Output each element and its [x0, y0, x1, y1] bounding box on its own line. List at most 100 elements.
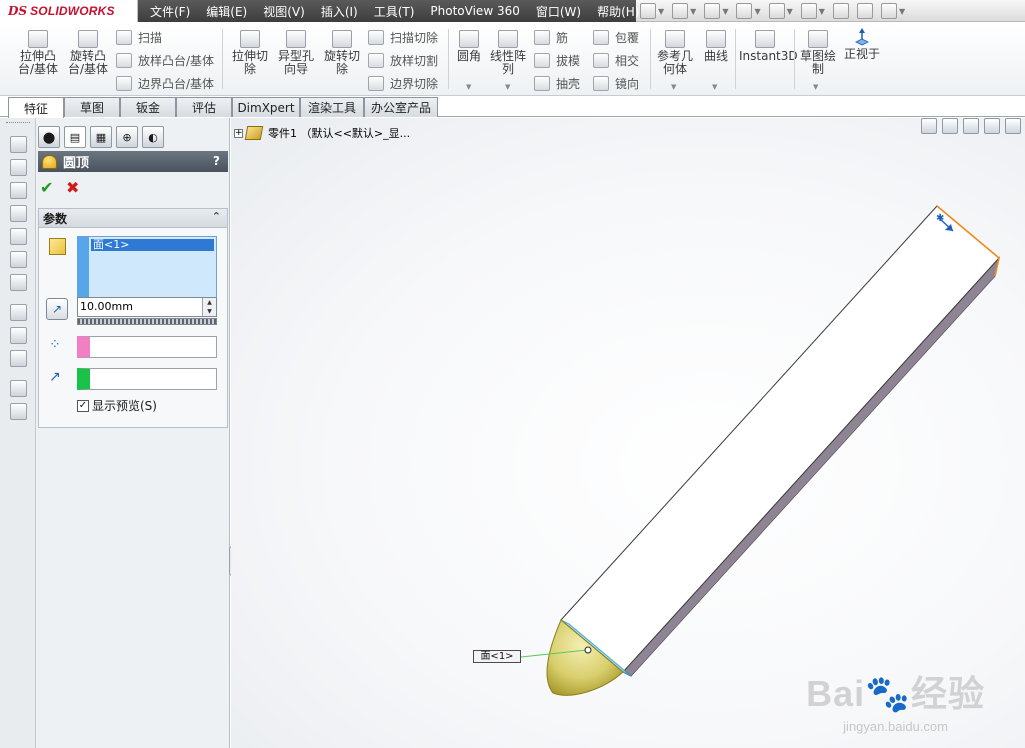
tab-office-products[interactable]: 办公室产品 — [364, 97, 438, 117]
loft-boss-button[interactable]: 放样凸台/基体 — [116, 52, 214, 69]
extrude-boss-button[interactable]: 拉伸凸台/基体 — [14, 26, 62, 76]
loft-cut-button[interactable]: 放样切割 — [368, 52, 438, 69]
rib-button[interactable]: 筋 — [534, 29, 568, 46]
chevron-down-icon[interactable]: ▼ — [671, 83, 676, 91]
chevron-down-icon[interactable]: ▼ — [690, 7, 696, 16]
menu-file[interactable]: 文件(F) — [142, 3, 198, 20]
face-icon — [49, 238, 66, 255]
chevron-down-icon[interactable]: ▼ — [466, 83, 471, 91]
view-left-icon[interactable] — [10, 182, 27, 199]
menu-photoview[interactable]: PhotoView 360 — [422, 4, 527, 18]
chevron-down-icon[interactable]: ▼ — [658, 7, 664, 16]
relations-icon[interactable] — [10, 350, 27, 367]
chevron-down-icon[interactable]: ▼ — [813, 83, 818, 91]
options-icon[interactable] — [880, 3, 897, 19]
copy-icon[interactable] — [10, 380, 27, 397]
extrude-cut-button[interactable]: 拉伸切除 — [228, 26, 272, 76]
sketch-tool-icon[interactable] — [10, 304, 27, 321]
revolve-cut-button[interactable]: 旋转切除 — [320, 26, 364, 76]
hole-wizard-button[interactable]: 异型孔向导 — [274, 26, 318, 76]
print-icon[interactable] — [736, 3, 753, 19]
constraint-point-field[interactable] — [77, 336, 217, 358]
menu-edit[interactable]: 编辑(E) — [198, 3, 255, 20]
chevron-down-icon[interactable]: ▼ — [505, 83, 510, 91]
view-right-icon[interactable] — [10, 205, 27, 222]
view-bottom-icon[interactable] — [10, 251, 27, 268]
toolbar-grip[interactable] — [6, 122, 30, 124]
curves-button[interactable]: 曲线 — [700, 26, 732, 63]
face-callout[interactable]: 面<1> — [473, 650, 521, 663]
chevron-down-icon[interactable]: ▼ — [899, 7, 905, 16]
distance-thumbwheel[interactable] — [77, 318, 217, 325]
direction-field[interactable] — [77, 368, 217, 390]
chevron-down-icon[interactable]: ▼ — [722, 7, 728, 16]
dome-handle[interactable] — [584, 646, 592, 654]
shell-button[interactable]: 抽壳 — [534, 75, 580, 92]
menu-window[interactable]: 窗口(W) — [528, 3, 589, 20]
boundary-cut-button[interactable]: 边界切除 — [368, 75, 438, 92]
model-viewport[interactable]: ✱ — [231, 118, 1025, 748]
cancel-button[interactable]: ✖ — [66, 178, 79, 197]
open-icon[interactable] — [672, 3, 689, 19]
instant3d-button[interactable]: Instant3D — [739, 26, 798, 63]
mirror-button[interactable]: 镜向 — [593, 75, 639, 92]
face-selection-box[interactable]: 面<1> — [77, 236, 217, 298]
boundary-boss-button[interactable]: 边界凸台/基体 — [116, 75, 214, 92]
chevron-down-icon[interactable]: ▼ — [712, 83, 717, 91]
selected-face-item[interactable]: 面<1> — [91, 239, 214, 251]
smart-dimension-icon[interactable] — [10, 327, 27, 344]
menu-tools[interactable]: 工具(T) — [366, 3, 423, 20]
linear-pattern-button[interactable]: 线性阵列 — [488, 26, 528, 76]
revolve-boss-button[interactable]: 旋转凸台/基体 — [64, 26, 112, 76]
tab-evaluate[interactable]: 评估 — [176, 97, 232, 117]
view-top-icon[interactable] — [10, 228, 27, 245]
distance-input[interactable]: 10.00mm ▲ ▼ — [77, 297, 217, 317]
reference-geometry-button[interactable]: 参考几何体 — [655, 26, 695, 76]
save-icon[interactable] — [704, 3, 721, 19]
sweep-button[interactable]: 扫描 — [116, 29, 162, 46]
tab-sheet-metal[interactable]: 钣金 — [120, 97, 176, 117]
intersect-button[interactable]: 相交 — [593, 52, 639, 69]
show-preview-row[interactable]: ✓ 显示预览(S) — [77, 397, 157, 414]
tab-dimxpert[interactable]: DimXpert — [232, 97, 300, 117]
reverse-direction-button[interactable]: ↗ — [46, 298, 68, 320]
chevron-down-icon[interactable]: ▼ — [787, 7, 793, 16]
sketch-button[interactable]: 草图绘制 — [798, 26, 838, 76]
sweep-cut-button[interactable]: 扫描切除 — [368, 29, 438, 46]
normal-to-button[interactable]: 正视于 — [842, 26, 882, 61]
undo-icon[interactable] — [768, 3, 785, 19]
graphics-area[interactable]: + 零件1 （默认<<默认>_显... ✱ 面<1> Bai🐾经验 jingya… — [231, 118, 1025, 748]
fillet-button[interactable]: 圆角 — [454, 26, 484, 63]
display-manager-icon[interactable]: ◐ — [142, 126, 164, 148]
collapse-icon[interactable]: ⌃ — [212, 210, 221, 223]
new-icon[interactable] — [640, 3, 656, 19]
help-button[interactable]: ? — [213, 154, 220, 168]
tab-sketch[interactable]: 草图 — [64, 97, 120, 117]
draft-button[interactable]: 拔模 — [534, 52, 580, 69]
wrap-button[interactable]: 包覆 — [593, 29, 639, 46]
menu-view[interactable]: 视图(V) — [255, 3, 313, 20]
distance-spinner[interactable]: ▲ ▼ — [202, 298, 216, 316]
view-back-icon[interactable] — [10, 159, 27, 176]
rebuild-icon[interactable] — [832, 3, 849, 19]
dimxpert-manager-icon[interactable]: ⊕ — [116, 126, 138, 148]
menu-help[interactable]: 帮助(H) — [589, 3, 647, 20]
select-icon[interactable] — [800, 3, 817, 19]
property-manager-icon[interactable]: ▤ — [64, 126, 86, 148]
file-properties-icon[interactable] — [856, 3, 873, 19]
parameters-header[interactable]: 参数 ⌃ — [39, 209, 227, 228]
revolve-cut-icon — [332, 30, 352, 48]
configuration-manager-icon[interactable]: ▦ — [90, 126, 112, 148]
view-isometric-icon[interactable] — [10, 274, 27, 291]
show-preview-checkbox[interactable]: ✓ — [77, 399, 89, 412]
tab-features[interactable]: 特征 — [8, 97, 64, 118]
chevron-down-icon[interactable]: ▼ — [754, 7, 760, 16]
paste-icon[interactable] — [10, 403, 27, 420]
view-front-icon[interactable] — [10, 136, 27, 153]
bar-top-face[interactable] — [560, 205, 1000, 673]
feature-manager-icon[interactable]: ⬤ — [38, 126, 60, 148]
chevron-down-icon[interactable]: ▼ — [819, 7, 825, 16]
tab-render-tools[interactable]: 渲染工具 — [300, 97, 364, 117]
ok-button[interactable]: ✔ — [40, 178, 53, 197]
menu-insert[interactable]: 插入(I) — [313, 3, 366, 20]
